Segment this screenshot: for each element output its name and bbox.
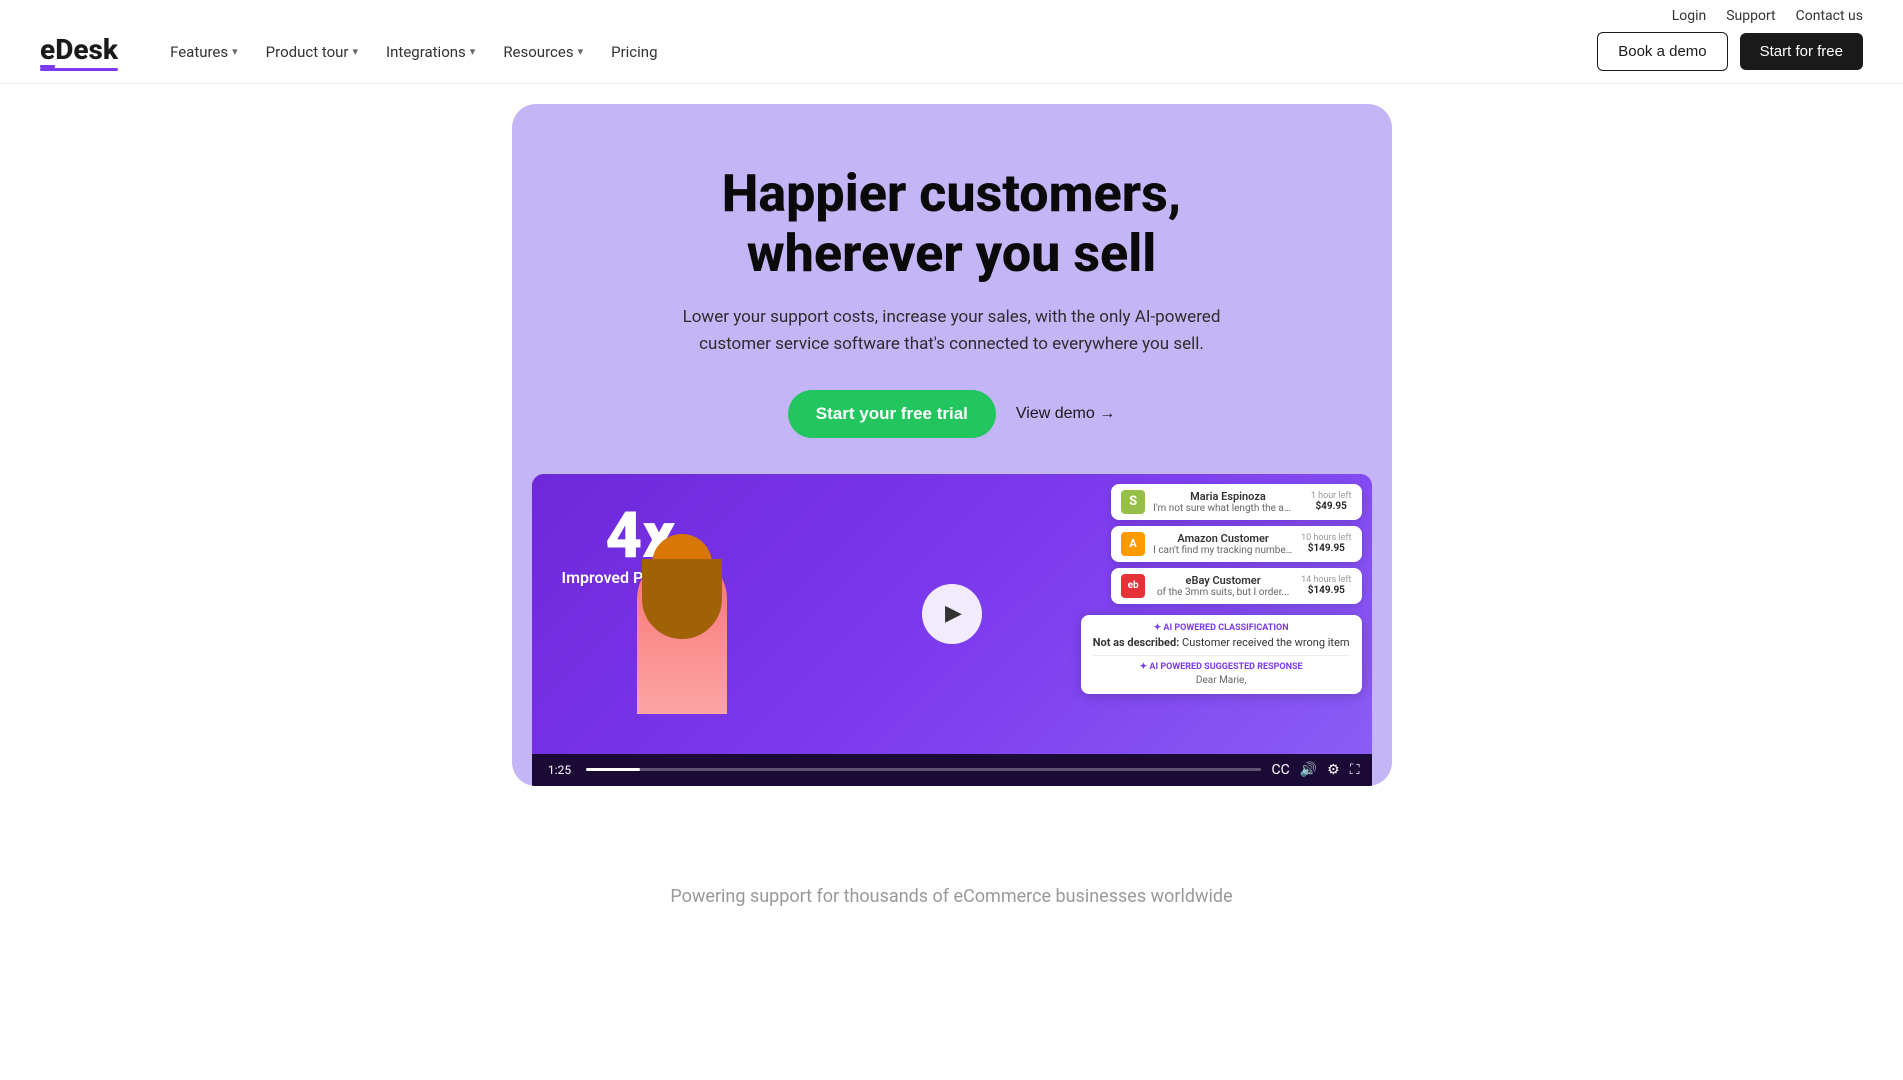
book-demo-button[interactable]: Book a demo <box>1597 32 1727 71</box>
amazon-icon: A <box>1121 532 1145 556</box>
logo-e: e <box>40 33 55 66</box>
navbar: eDesk Features ▾ Product tour ▾ Integrat… <box>0 32 1903 84</box>
logo[interactable]: eDesk <box>40 33 118 71</box>
ai-classification-title: Not as described: Customer received the … <box>1093 636 1350 649</box>
nav-product-tour[interactable]: Product tour ▾ <box>266 43 358 61</box>
login-link[interactable]: Login <box>1672 8 1707 24</box>
video-progress-bar[interactable] <box>586 768 1262 771</box>
chevron-down-icon: ▾ <box>470 45 476 58</box>
nav-resources[interactable]: Resources ▾ <box>503 43 583 61</box>
logo-underline <box>40 68 118 71</box>
video-play-button[interactable] <box>922 584 982 644</box>
hero-title: Happier customers, wherever you sell <box>552 164 1352 284</box>
bottom-tagline: Powering support for thousands of eComme… <box>40 886 1863 907</box>
nav-pricing[interactable]: Pricing <box>611 43 657 61</box>
ui-cards-overlay: S Maria Espinoza I'm not sure what lengt… <box>1111 484 1361 604</box>
ai-classification-label: ✦ AI POWERED CLASSIFICATION <box>1093 623 1350 633</box>
nav-features[interactable]: Features ▾ <box>170 43 238 61</box>
settings-icon[interactable]: ⚙ <box>1327 762 1340 778</box>
card-text: Maria Espinoza I'm not sure what length … <box>1153 490 1303 514</box>
nav-left: eDesk Features ▾ Product tour ▾ Integrat… <box>40 33 658 71</box>
ui-card-shopify: S Maria Espinoza I'm not sure what lengt… <box>1111 484 1361 520</box>
nav-links: Features ▾ Product tour ▾ Integrations ▾… <box>170 43 657 61</box>
logo-desk: Desk <box>55 33 118 66</box>
chevron-down-icon: ▾ <box>232 45 238 58</box>
video-inner: 4x Improved Productivity S <box>532 474 1372 754</box>
shopify-icon: S <box>1121 490 1145 514</box>
hero-cta: Start your free trial View demo → <box>552 390 1352 438</box>
contact-link[interactable]: Contact us <box>1796 8 1863 24</box>
card-meta: 14 hours left $149.95 <box>1301 575 1351 596</box>
support-link[interactable]: Support <box>1726 8 1775 24</box>
card-meta: 10 hours left $149.95 <box>1301 533 1351 554</box>
chevron-down-icon: ▾ <box>578 45 584 58</box>
view-demo-button[interactable]: View demo → <box>1016 405 1115 423</box>
hero-subtitle: Lower your support costs, increase your … <box>682 304 1222 358</box>
video-timestamp: 1:25 <box>544 763 576 777</box>
nav-integrations[interactable]: Integrations ▾ <box>386 43 475 61</box>
card-meta: 1 hour left $49.95 <box>1311 491 1352 512</box>
ui-card-amazon: A Amazon Customer I can't find my tracki… <box>1111 526 1361 562</box>
person-hair <box>642 559 722 639</box>
video-container: 4x Improved Productivity S <box>532 474 1372 786</box>
nav-right: Book a demo Start for free <box>1597 32 1863 71</box>
chevron-down-icon: ▾ <box>353 45 359 58</box>
fullscreen-icon[interactable]: ⛶ <box>1350 762 1360 778</box>
captions-icon[interactable]: CC <box>1271 762 1289 778</box>
hero-wrapper: Happier customers, wherever you sell Low… <box>0 84 1903 826</box>
volume-icon[interactable]: 🔊 <box>1300 762 1317 778</box>
person-figure <box>612 514 752 714</box>
top-bar: Login Support Contact us <box>0 0 1903 32</box>
bottom-section: Powering support for thousands of eComme… <box>0 826 1903 947</box>
ai-response-section: ✦ AI POWERED SUGGESTED RESPONSE Dear Mar… <box>1093 655 1350 686</box>
ai-classification-card: ✦ AI POWERED CLASSIFICATION Not as descr… <box>1081 615 1362 694</box>
video-controls: 1:25 CC 🔊 ⚙ ⛶ <box>532 754 1372 786</box>
card-text: Amazon Customer I can't find my tracking… <box>1153 532 1293 556</box>
video-progress-fill <box>586 768 640 771</box>
start-free-button[interactable]: Start for free <box>1740 33 1863 70</box>
hero-card: Happier customers, wherever you sell Low… <box>512 104 1392 786</box>
start-trial-button[interactable]: Start your free trial <box>788 390 996 438</box>
ebay-icon: eb <box>1121 574 1145 598</box>
card-text: eBay Customer of the 3mm suits, but I or… <box>1153 574 1293 598</box>
ui-card-ebay: eb eBay Customer of the 3mm suits, but I… <box>1111 568 1361 604</box>
